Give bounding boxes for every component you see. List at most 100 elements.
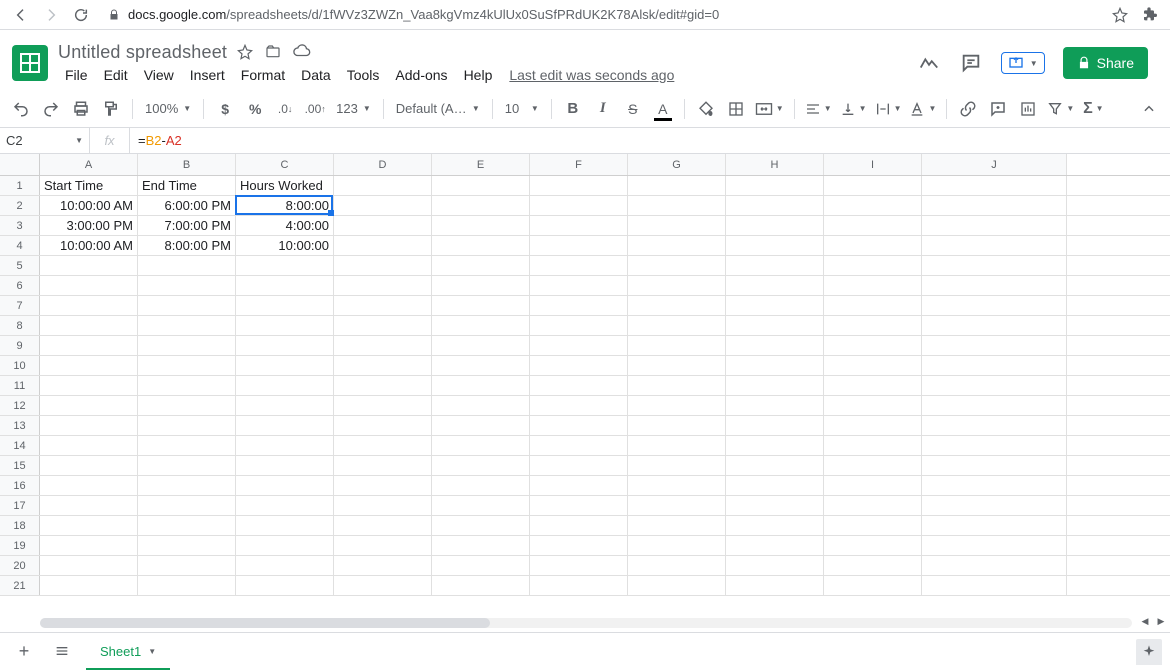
menu-view[interactable]: View xyxy=(137,65,181,85)
cell[interactable] xyxy=(432,496,530,515)
cell[interactable] xyxy=(40,296,138,315)
cell[interactable] xyxy=(922,336,1067,355)
cell[interactable] xyxy=(628,436,726,455)
cell[interactable] xyxy=(628,236,726,255)
column-header[interactable]: J xyxy=(922,154,1067,175)
scroll-right-button[interactable]: ▶ xyxy=(1154,614,1168,628)
cell[interactable] xyxy=(236,456,334,475)
cell[interactable] xyxy=(726,316,824,335)
insert-link-button[interactable] xyxy=(955,96,981,122)
cell[interactable] xyxy=(824,576,922,595)
cell[interactable] xyxy=(922,536,1067,555)
paint-format-button[interactable] xyxy=(98,96,124,122)
column-header[interactable]: D xyxy=(334,154,432,175)
move-doc-icon[interactable] xyxy=(265,44,281,60)
cell[interactable] xyxy=(726,416,824,435)
cell[interactable] xyxy=(824,316,922,335)
cell[interactable] xyxy=(824,216,922,235)
cell[interactable] xyxy=(922,396,1067,415)
cell[interactable] xyxy=(628,316,726,335)
cell[interactable] xyxy=(628,496,726,515)
cell[interactable] xyxy=(922,256,1067,275)
cell[interactable] xyxy=(530,356,628,375)
cell[interactable] xyxy=(236,356,334,375)
cell[interactable] xyxy=(530,376,628,395)
column-header[interactable]: F xyxy=(530,154,628,175)
cell[interactable] xyxy=(432,176,530,195)
cell[interactable] xyxy=(922,216,1067,235)
cell[interactable] xyxy=(432,236,530,255)
cell[interactable] xyxy=(138,476,236,495)
cell[interactable] xyxy=(726,356,824,375)
cell[interactable] xyxy=(530,496,628,515)
horizontal-align-button[interactable]: ▼ xyxy=(803,96,834,122)
row-header[interactable]: 5 xyxy=(0,256,40,275)
horizontal-scrollbar[interactable] xyxy=(40,618,1132,628)
cell[interactable] xyxy=(628,476,726,495)
cell[interactable] xyxy=(726,376,824,395)
menu-add-ons[interactable]: Add-ons xyxy=(388,65,454,85)
cell[interactable] xyxy=(334,556,432,575)
cell[interactable] xyxy=(530,576,628,595)
cell[interactable] xyxy=(530,296,628,315)
cell[interactable] xyxy=(40,256,138,275)
cell[interactable] xyxy=(922,316,1067,335)
cell[interactable] xyxy=(236,416,334,435)
cell[interactable] xyxy=(824,296,922,315)
cell[interactable]: 6:00:00 PM xyxy=(138,196,236,215)
cell[interactable] xyxy=(530,336,628,355)
cell[interactable]: Start Time xyxy=(40,176,138,195)
sheet-tab[interactable]: Sheet1▼ xyxy=(86,634,170,670)
all-sheets-button[interactable] xyxy=(48,637,76,665)
cell[interactable] xyxy=(334,256,432,275)
cell[interactable] xyxy=(922,576,1067,595)
cell[interactable] xyxy=(922,516,1067,535)
cell[interactable] xyxy=(138,356,236,375)
cell[interactable] xyxy=(922,496,1067,515)
cell[interactable] xyxy=(334,336,432,355)
cell[interactable] xyxy=(530,456,628,475)
cell[interactable] xyxy=(922,476,1067,495)
decrease-decimal-button[interactable]: .0↓ xyxy=(272,96,298,122)
text-rotation-button[interactable]: ▼ xyxy=(907,96,938,122)
cell[interactable] xyxy=(628,556,726,575)
cell[interactable] xyxy=(726,396,824,415)
column-header[interactable]: B xyxy=(138,154,236,175)
menu-format[interactable]: Format xyxy=(234,65,292,85)
cell[interactable] xyxy=(824,276,922,295)
explore-button[interactable] xyxy=(1136,639,1162,665)
cell[interactable] xyxy=(236,536,334,555)
row-header[interactable]: 4 xyxy=(0,236,40,255)
text-color-button[interactable]: A xyxy=(650,96,676,122)
cell[interactable] xyxy=(138,376,236,395)
bold-button[interactable]: B xyxy=(560,96,586,122)
cell[interactable] xyxy=(432,396,530,415)
cell[interactable] xyxy=(530,556,628,575)
italic-button[interactable]: I xyxy=(590,96,616,122)
cell[interactable] xyxy=(138,256,236,275)
cell[interactable] xyxy=(628,196,726,215)
cell[interactable] xyxy=(432,276,530,295)
row-header[interactable]: 19 xyxy=(0,536,40,555)
cell[interactable] xyxy=(824,556,922,575)
row-header[interactable]: 17 xyxy=(0,496,40,515)
back-button[interactable] xyxy=(12,6,30,24)
cell[interactable] xyxy=(40,576,138,595)
cell[interactable] xyxy=(726,236,824,255)
cloud-status-icon[interactable] xyxy=(293,44,311,60)
cell[interactable] xyxy=(138,456,236,475)
cell[interactable] xyxy=(334,276,432,295)
cell[interactable] xyxy=(334,176,432,195)
doc-title[interactable]: Untitled spreadsheet xyxy=(58,42,227,63)
menu-file[interactable]: File xyxy=(58,65,95,85)
cell[interactable] xyxy=(40,436,138,455)
more-formats-dropdown[interactable]: 123▼ xyxy=(332,101,375,116)
cell[interactable] xyxy=(236,276,334,295)
cell[interactable] xyxy=(726,296,824,315)
cell[interactable] xyxy=(432,376,530,395)
cell[interactable] xyxy=(628,456,726,475)
cell[interactable] xyxy=(726,196,824,215)
cell[interactable] xyxy=(236,296,334,315)
cell[interactable] xyxy=(628,216,726,235)
row-header[interactable]: 18 xyxy=(0,516,40,535)
